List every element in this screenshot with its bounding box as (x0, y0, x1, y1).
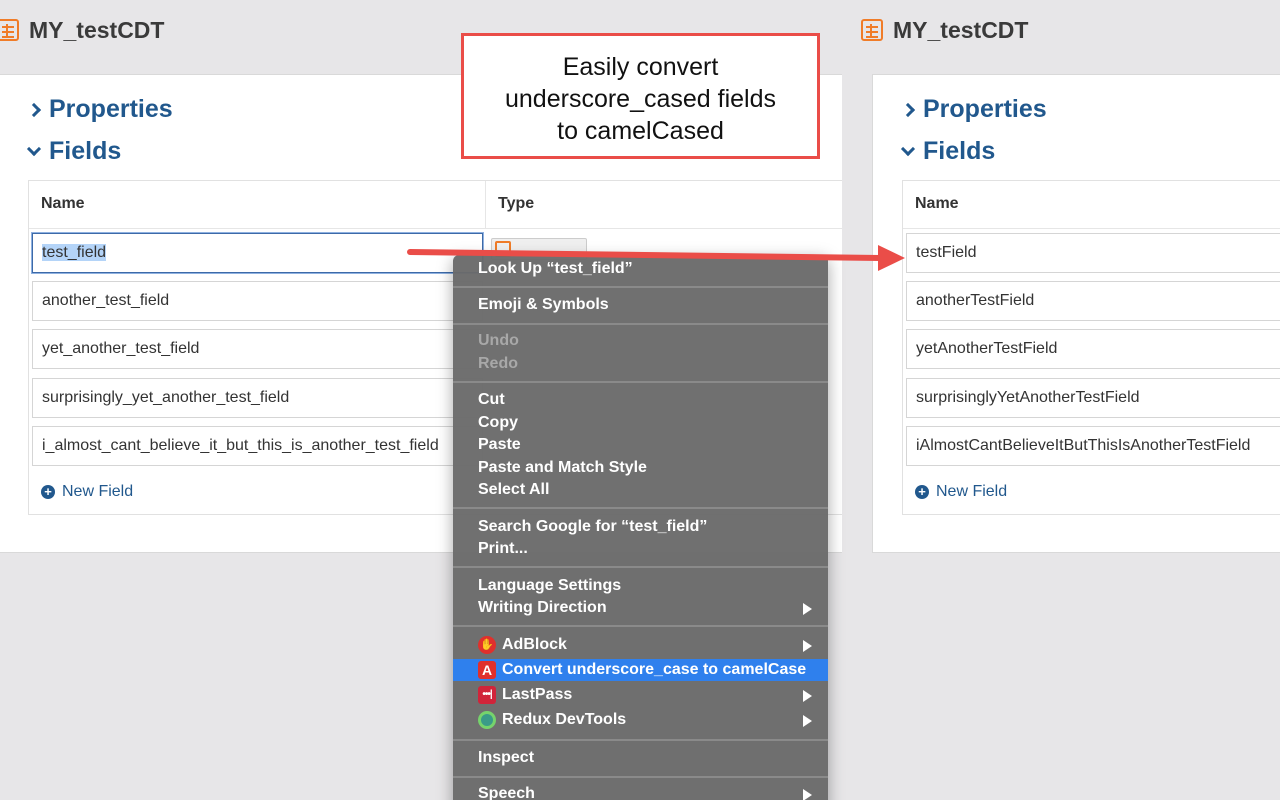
menu-separator (453, 381, 828, 383)
right-pane: MY_testCDT Properties Fields Name testFi… (843, 0, 1280, 800)
cdt-card: Properties Fields Name testField another… (872, 74, 1280, 553)
fields-section-toggle[interactable]: Fields (26, 137, 122, 166)
menu-item-print[interactable]: Print... (453, 538, 828, 560)
redux-devtools-icon (478, 711, 496, 729)
lastpass-dots-icon: •••| (478, 686, 496, 704)
compass-a-icon: A (478, 661, 496, 679)
submenu-arrow-icon (803, 690, 812, 702)
menu-item-label: Redux DevTools (502, 711, 627, 728)
menu-item-label: Speech (478, 785, 535, 800)
menu-separator (453, 323, 828, 325)
plus-circle-icon: + (915, 485, 929, 499)
menu-separator (453, 739, 828, 741)
new-field-label: New Field (936, 483, 1008, 500)
fields-label: Fields (49, 137, 122, 165)
menu-item-cut[interactable]: Cut (453, 389, 828, 411)
column-header-name: Name (41, 195, 85, 212)
submenu-arrow-icon (803, 603, 812, 615)
submenu-arrow-icon (803, 789, 812, 800)
field-name-input[interactable]: surprisinglyYetAnotherTestField (906, 378, 1280, 418)
menu-separator (453, 566, 828, 568)
menu-item-undo: Undo (478, 332, 519, 349)
table-header (903, 181, 1280, 229)
menu-item-paste-match[interactable]: Paste and Match Style (453, 457, 828, 479)
menu-item-search-google[interactable]: Search Google for “test_field” (453, 516, 828, 538)
column-header-name: Name (915, 195, 959, 212)
fields-section-toggle[interactable]: Fields (900, 137, 996, 166)
properties-label: Properties (49, 95, 173, 123)
cdt-icon (861, 19, 883, 41)
field-name-input[interactable]: iAlmostCantBelieveItButThisIsAnotherTest… (906, 426, 1280, 466)
properties-section-toggle[interactable]: Properties (26, 95, 173, 124)
callout-line: Easily convert (562, 53, 719, 81)
menu-item-label: LastPass (502, 686, 573, 703)
column-divider (485, 181, 486, 229)
chevron-down-icon (900, 141, 916, 156)
callout-box: Easily convert underscore_cased fields t… (461, 33, 820, 159)
field-name-input[interactable]: yet_another_test_field (32, 329, 483, 369)
title-bar: MY_testCDT (843, 0, 1280, 60)
adblock-hand-icon: ✋ (478, 636, 496, 654)
callout-line: to camelCased (557, 117, 724, 145)
menu-item-redux-devtools[interactable]: Redux DevTools (453, 709, 828, 731)
page-title: MY_testCDT (893, 16, 1029, 43)
submenu-arrow-icon (803, 640, 812, 652)
field-name-input[interactable]: surprisingly_yet_another_test_field (32, 378, 483, 418)
new-field-button[interactable]: + New Field (915, 483, 1007, 501)
menu-item-label: AdBlock (502, 636, 567, 653)
submenu-arrow-icon (803, 715, 812, 727)
table-header (29, 181, 842, 229)
field-name-input[interactable]: testField (906, 233, 1280, 273)
menu-item-paste[interactable]: Paste (453, 434, 828, 456)
page-title: MY_testCDT (29, 16, 165, 43)
field-name-input[interactable]: another_test_field (32, 281, 483, 321)
menu-item-look-up[interactable]: Look Up “test_field” (453, 258, 828, 280)
menu-item-label: Writing Direction (478, 599, 607, 616)
menu-item-writing-direction[interactable]: Writing Direction (453, 597, 828, 619)
chevron-right-icon (26, 102, 42, 117)
field-name-input[interactable]: anotherTestField (906, 281, 1280, 321)
selected-text: test_field (42, 244, 107, 261)
chevron-right-icon (900, 102, 916, 117)
new-field-button[interactable]: + New Field (41, 483, 133, 501)
menu-item-select-all[interactable]: Select All (453, 479, 828, 501)
menu-item-convert-camelcase[interactable]: A Convert underscore_case to camelCase (453, 659, 828, 681)
context-menu: Look Up “test_field” Emoji & Symbols Und… (453, 255, 828, 800)
menu-item-language-settings[interactable]: Language Settings (453, 575, 828, 597)
column-header-type: Type (498, 195, 535, 212)
field-name-input[interactable]: yetAnotherTestField (906, 329, 1280, 369)
callout-line: underscore_cased fields (505, 85, 776, 113)
plus-circle-icon: + (41, 485, 55, 499)
menu-item-inspect[interactable]: Inspect (453, 747, 828, 769)
chevron-down-icon (26, 141, 42, 156)
menu-separator (453, 286, 828, 288)
cdt-icon (0, 19, 19, 41)
fields-table: Name testField anotherTestField yetAnoth… (902, 180, 1280, 515)
menu-item-emoji[interactable]: Emoji & Symbols (453, 294, 828, 316)
menu-item-copy[interactable]: Copy (453, 412, 828, 434)
new-field-label: New Field (62, 483, 134, 500)
menu-item-redo: Redo (478, 355, 518, 372)
properties-section-toggle[interactable]: Properties (900, 95, 1047, 124)
menu-separator (453, 507, 828, 509)
menu-separator (453, 625, 828, 627)
field-name-input[interactable]: i_almost_cant_believe_it_but_this_is_ano… (32, 426, 483, 466)
menu-item-lastpass[interactable]: •••| LastPass (453, 684, 828, 706)
menu-separator (453, 776, 828, 778)
field-name-input[interactable]: test_field (32, 233, 483, 273)
properties-label: Properties (923, 95, 1047, 123)
menu-item-speech[interactable]: Speech (453, 783, 828, 800)
fields-label: Fields (923, 137, 996, 165)
menu-item-adblock[interactable]: ✋ AdBlock (453, 634, 828, 656)
menu-item-label: Convert underscore_case to camelCase (502, 661, 807, 678)
